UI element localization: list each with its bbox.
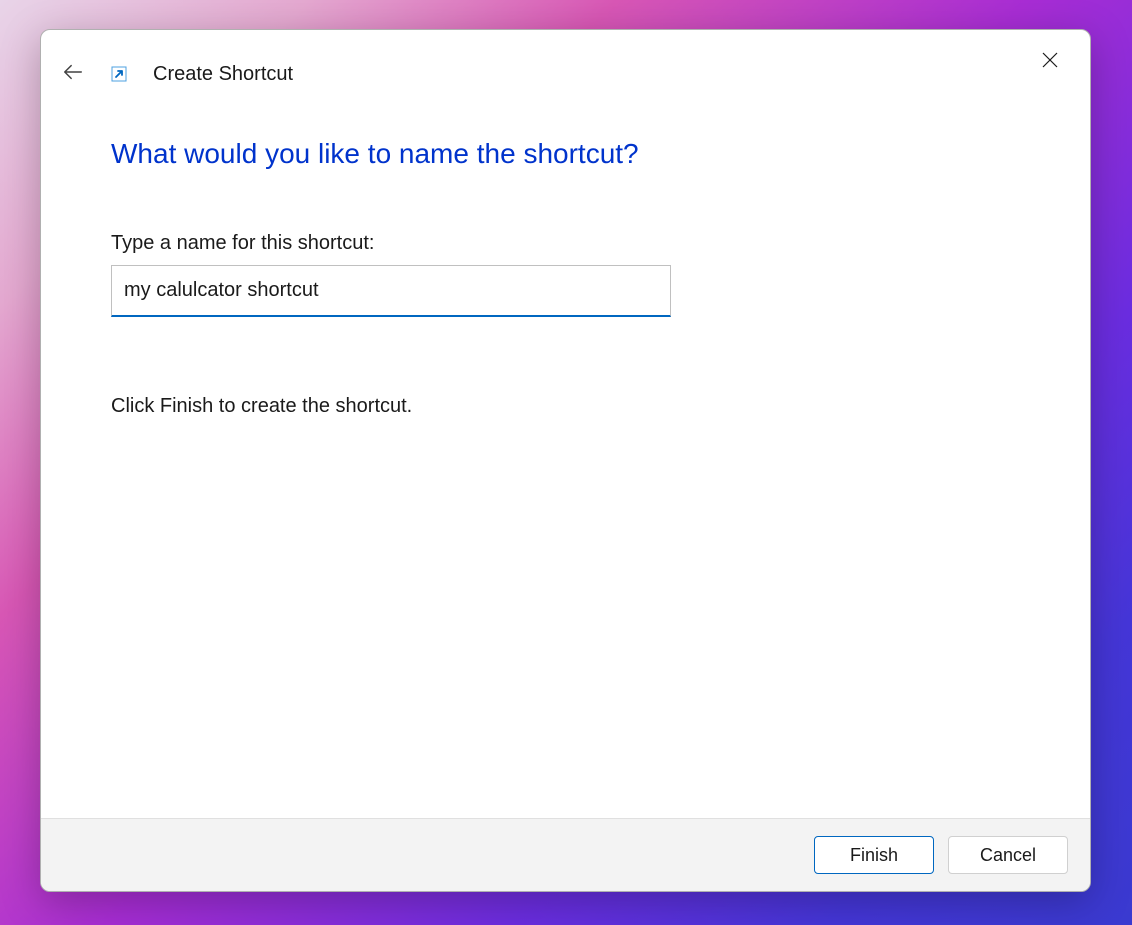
cancel-button[interactable]: Cancel	[948, 836, 1068, 874]
shortcut-name-input[interactable]	[111, 265, 671, 317]
input-label: Type a name for this shortcut:	[111, 232, 1020, 255]
close-icon	[1042, 52, 1058, 73]
back-arrow-icon	[62, 61, 84, 88]
dialog-content: What would you like to name the shortcut…	[41, 98, 1090, 818]
dialog-footer: Finish Cancel	[41, 818, 1090, 891]
finish-button[interactable]: Finish	[814, 836, 934, 874]
create-shortcut-dialog: Create Shortcut What would you like to n…	[40, 29, 1091, 892]
back-button[interactable]	[55, 56, 91, 92]
shortcut-overlay-icon	[107, 62, 131, 86]
instruction-text: Click Finish to create the shortcut.	[111, 395, 1020, 418]
dialog-title: Create Shortcut	[153, 63, 293, 86]
main-heading: What would you like to name the shortcut…	[111, 138, 1020, 170]
dialog-header: Create Shortcut	[41, 30, 1090, 98]
close-button[interactable]	[1034, 46, 1066, 78]
